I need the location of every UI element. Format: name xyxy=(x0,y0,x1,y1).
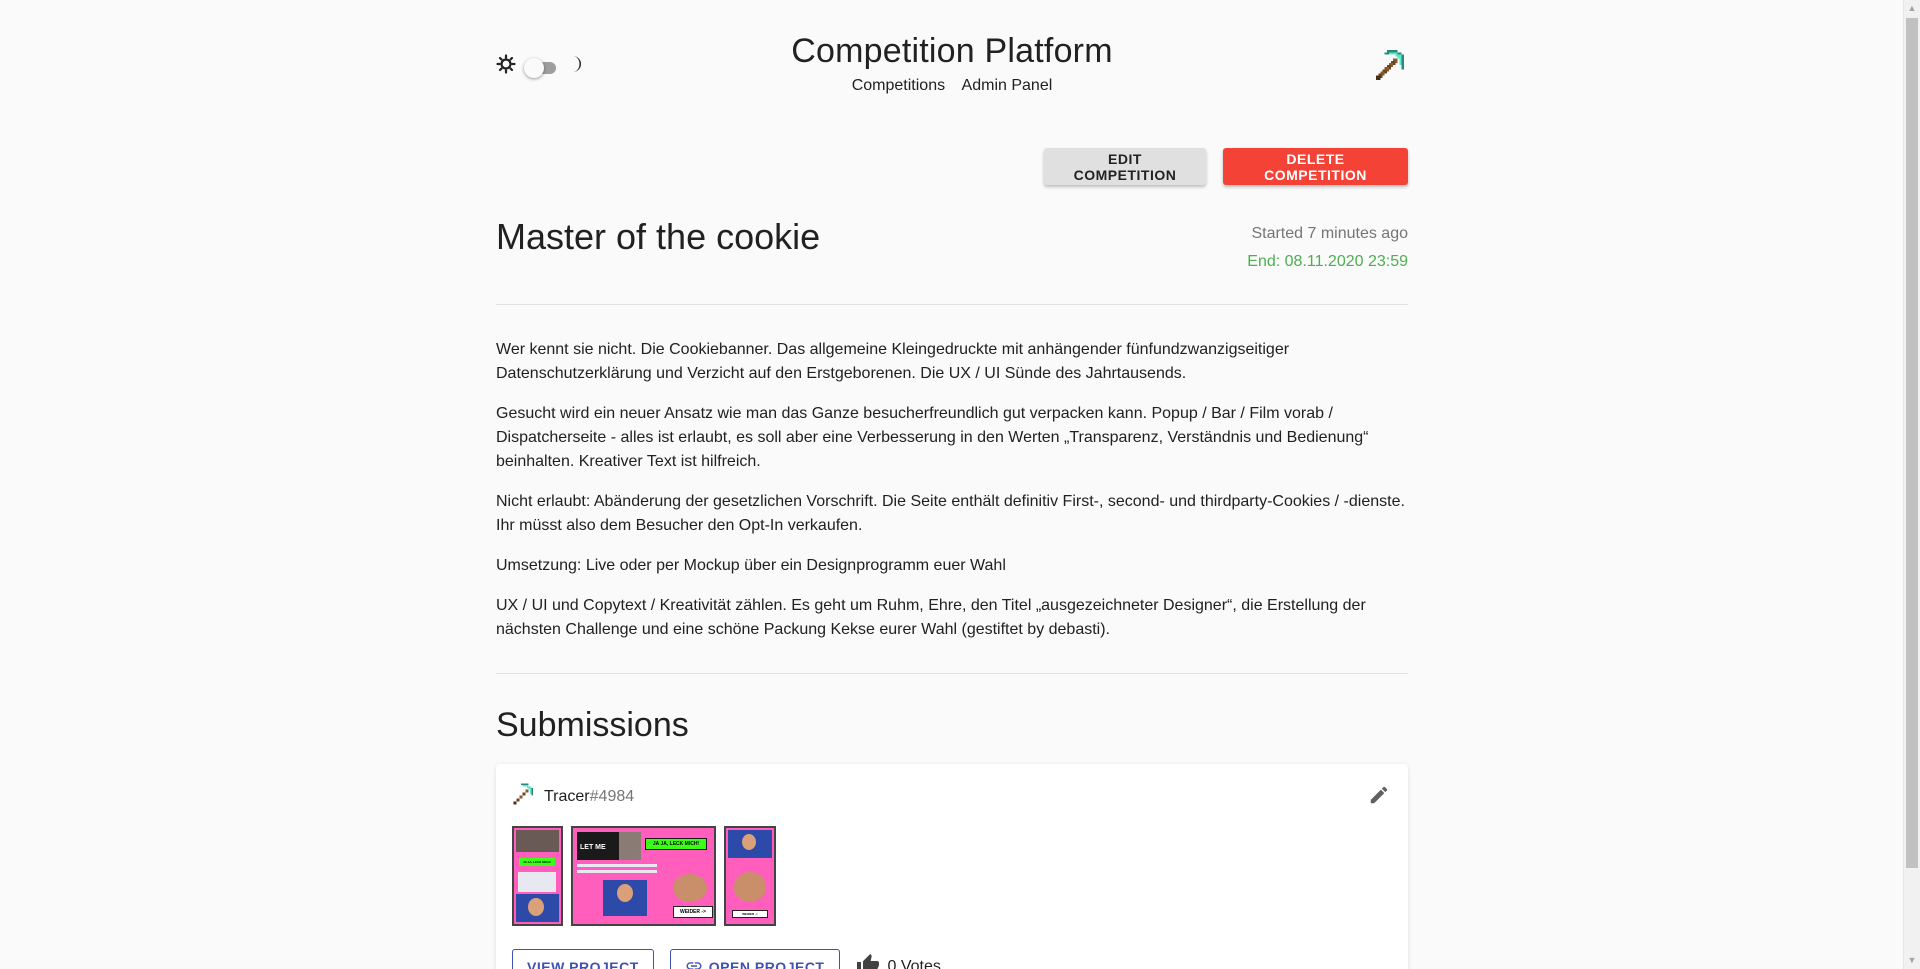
divider-top xyxy=(496,304,1408,305)
description-paragraph: Wer kennt sie nicht. Die Cookiebanner. D… xyxy=(496,341,1290,382)
open-project-label: OPEN PROJECT xyxy=(708,959,825,969)
scroll-down-arrow-icon[interactable]: ▼ xyxy=(1904,952,1920,969)
submission-username: Tracer xyxy=(544,787,590,805)
pickaxe-icon[interactable] xyxy=(1374,48,1408,82)
competition-description: Wer kennt sie nicht. Die Cookiebanner. D… xyxy=(496,338,1408,658)
pencil-icon[interactable] xyxy=(1368,784,1390,806)
view-project-button[interactable]: VIEW PROJECT xyxy=(512,949,654,969)
pickaxe-icon xyxy=(512,782,536,811)
competition-meta: Started 7 minutes ago End: 08.11.2020 23… xyxy=(1247,220,1408,276)
competition-title: Master of the cookie xyxy=(496,216,821,257)
link-icon xyxy=(685,957,703,969)
main-nav: Competitions Admin Panel xyxy=(496,77,1408,95)
scrollbar-thumb[interactable] xyxy=(1906,18,1918,868)
submission-author: Tracer #4984 xyxy=(512,782,634,811)
nav-admin-panel[interactable]: Admin Panel xyxy=(962,77,1053,94)
thumbs-up-icon[interactable] xyxy=(856,953,880,969)
submission-thumbnails: JA JA, LECK MICH! LET ME JA JA, LECK MIC… xyxy=(512,826,776,926)
submission-thumbnail[interactable]: WEIDER -> xyxy=(724,826,776,926)
submission-actions: VIEW PROJECT OPEN PROJECT 0 Votes xyxy=(512,949,941,969)
votes: 0 Votes xyxy=(856,953,941,969)
submissions-heading: Submissions xyxy=(496,706,689,744)
votes-count: 0 Votes xyxy=(887,958,941,969)
started-time: Started 7 minutes ago xyxy=(1251,225,1408,242)
thumbnail-button: WEIDER -> xyxy=(673,906,713,918)
thumbnail-heading: LET ME xyxy=(577,832,619,860)
thumbnail-button: WEIDER -> xyxy=(732,910,768,918)
thumbnail-banner: JA JA, LECK MICH! xyxy=(519,858,555,866)
page-scrollbar[interactable]: ▲ ▼ xyxy=(1903,0,1920,969)
thumbnail-banner: JA JA, LECK MICH! xyxy=(645,838,707,850)
delete-competition-button[interactable]: DELETE COMPETITION xyxy=(1223,148,1408,185)
open-project-button[interactable]: OPEN PROJECT xyxy=(669,949,840,969)
edit-competition-button[interactable]: EDIT COMPETITION xyxy=(1044,148,1206,185)
description-paragraph: Umsetzung: Live oder per Mockup über ein… xyxy=(496,557,1006,574)
divider-bottom xyxy=(496,673,1408,674)
submission-card: Tracer #4984 JA JA, LECK MICH! LET ME JA… xyxy=(496,764,1408,969)
nav-competitions[interactable]: Competitions xyxy=(852,77,945,94)
description-paragraph: Gesucht wird ein neuer Ansatz wie man da… xyxy=(496,405,1369,470)
description-paragraph: UX / UI und Copytext / Kreativität zähle… xyxy=(496,597,1366,638)
site-title: Competition Platform xyxy=(791,32,1113,70)
view-project-label: VIEW PROJECT xyxy=(527,959,639,969)
submission-thumbnail[interactable]: JA JA, LECK MICH! xyxy=(512,826,563,926)
submission-user-tag: #4984 xyxy=(589,787,635,805)
scroll-up-arrow-icon[interactable]: ▲ xyxy=(1904,0,1920,17)
end-time: End: 08.11.2020 23:59 xyxy=(1247,253,1408,270)
description-paragraph: Nicht erlaubt: Abänderung der gesetzlich… xyxy=(496,493,1405,534)
submission-thumbnail[interactable]: LET ME JA JA, LECK MICH! WEIDER -> xyxy=(571,826,716,926)
